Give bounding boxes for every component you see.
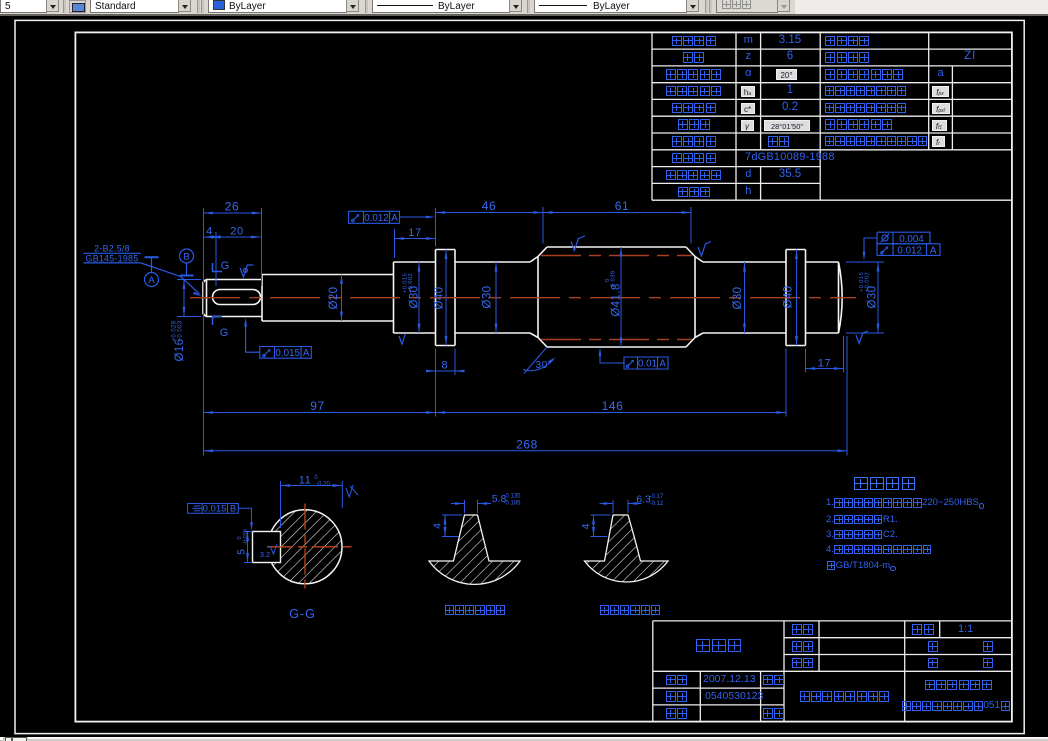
svg-text:-0.135: -0.135: [503, 494, 521, 500]
svg-text:G-G: G-G: [289, 607, 316, 621]
svg-text:A: A: [303, 348, 310, 359]
svg-text:G: G: [220, 327, 229, 339]
svg-text:Ø40: Ø40: [434, 287, 446, 310]
svg-text:17: 17: [818, 357, 831, 369]
svg-text:Ø20: Ø20: [328, 287, 340, 310]
svg-text:3.2: 3.2: [260, 550, 270, 559]
svg-text:268: 268: [516, 438, 538, 452]
svg-text:+0.002: +0.002: [408, 273, 414, 293]
svg-text:+0.003: +0.003: [178, 320, 184, 341]
svg-text:-0.185: -0.185: [503, 501, 521, 507]
svg-text:17: 17: [408, 227, 421, 239]
svg-text:4: 4: [580, 523, 592, 529]
svg-text:0: 0: [314, 475, 318, 481]
svg-text:A: A: [659, 359, 666, 370]
svg-text:4: 4: [432, 523, 444, 529]
svg-text:-0.20: -0.20: [316, 482, 330, 488]
svg-text:-0.12: -0.12: [650, 501, 664, 507]
svg-text:+0.002: +0.002: [865, 272, 871, 292]
svg-text:A: A: [930, 245, 937, 256]
svg-text:-0.039: -0.039: [611, 271, 617, 290]
svg-text:0.01: 0.01: [638, 359, 657, 370]
svg-text:97: 97: [310, 399, 325, 413]
svg-text:A: A: [148, 275, 155, 286]
svg-text:0.012: 0.012: [897, 245, 922, 256]
svg-text:5: 5: [236, 549, 248, 555]
svg-text:20: 20: [230, 226, 243, 238]
svg-text:46: 46: [482, 199, 497, 213]
svg-text:Ø30: Ø30: [732, 287, 744, 310]
svg-text:4: 4: [206, 226, 213, 238]
svg-text:B: B: [230, 503, 236, 514]
svg-text:61: 61: [615, 199, 630, 213]
svg-text:0.004: 0.004: [899, 234, 924, 245]
svg-text:2-B2.5/8: 2-B2.5/8: [94, 244, 130, 254]
svg-text:Ø30: Ø30: [482, 286, 494, 309]
svg-text:GB145-1985: GB145-1985: [86, 253, 139, 263]
svg-text:26: 26: [225, 200, 240, 214]
svg-text:0.012: 0.012: [364, 213, 389, 224]
svg-text:-0.030: -0.030: [243, 529, 249, 545]
svg-text:Ø40: Ø40: [783, 286, 795, 309]
svg-text:11: 11: [299, 474, 311, 486]
svg-text:B: B: [183, 252, 189, 263]
svg-text:0.015: 0.015: [275, 348, 300, 359]
svg-text:G: G: [221, 260, 230, 272]
svg-text:-0.17: -0.17: [650, 494, 664, 500]
svg-text:0.015: 0.015: [203, 503, 227, 514]
svg-text:A: A: [391, 213, 398, 224]
svg-text:146: 146: [602, 399, 624, 413]
svg-text:8: 8: [441, 359, 448, 371]
